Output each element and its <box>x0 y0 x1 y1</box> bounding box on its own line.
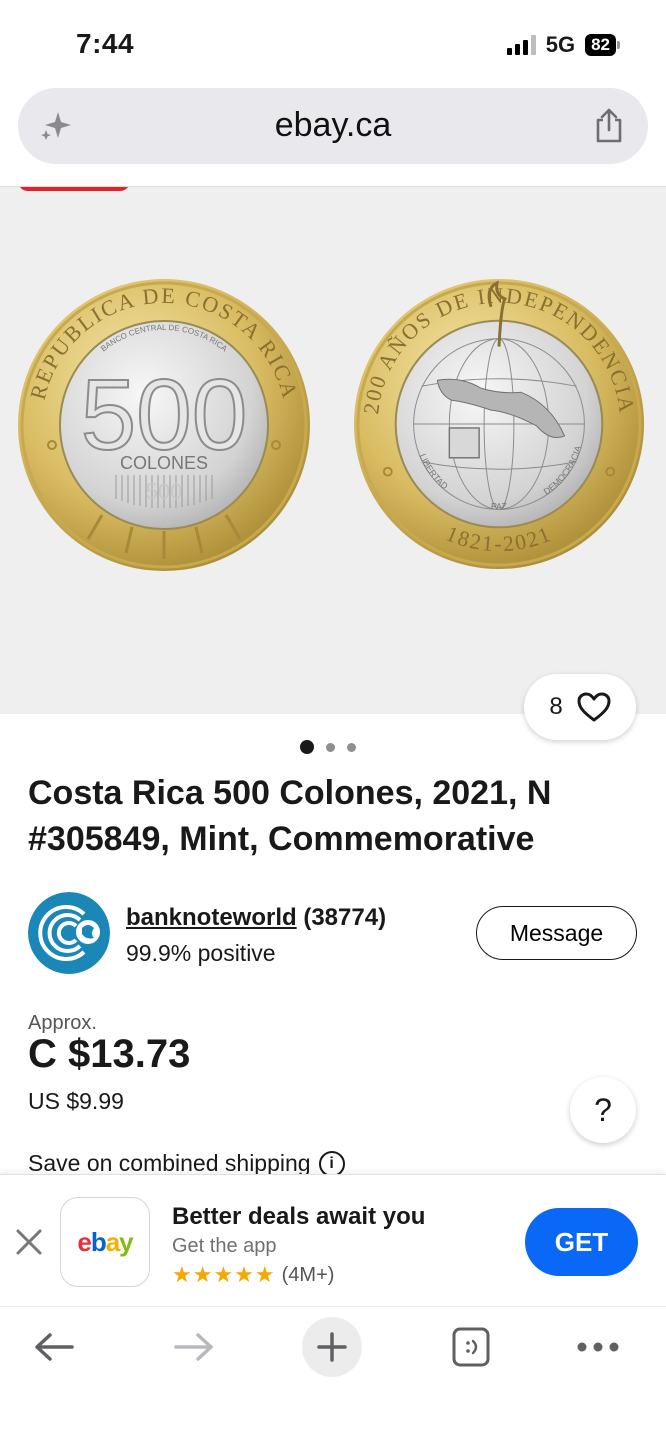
close-icon[interactable] <box>14 1227 44 1257</box>
coin-obverse-unit: COLONES <box>120 453 208 473</box>
forward-button[interactable] <box>164 1317 224 1377</box>
battery-icon: 82 <box>585 34 620 56</box>
seller-feedback-count: (38774) <box>303 904 387 931</box>
pagination-dot[interactable] <box>326 742 335 752</box>
seller-positive: 99.9% positive <box>126 940 276 966</box>
image-gallery[interactable]: REPUBLICA DE COSTA RICA BANCO CENTRAL DE… <box>0 187 666 714</box>
coin-reverse-image: 200 AÑOS DE INDEPENDENCIA 1821-2021 LIBE… <box>353 278 645 570</box>
red-tab <box>18 187 130 191</box>
network-type: 5G <box>545 32 576 57</box>
coin-reverse-motto-center: PAZ <box>491 501 508 511</box>
help-button[interactable]: ? <box>570 1077 636 1143</box>
get-app-button[interactable]: GET <box>525 1208 638 1276</box>
price-local: C $13.73 <box>28 1032 191 1076</box>
battery-level: 82 <box>585 34 616 56</box>
tabs-button[interactable] <box>441 1317 501 1377</box>
banner-subtitle: Get the app <box>172 1235 277 1257</box>
combined-shipping[interactable]: Save on combined shipping i <box>28 1150 345 1177</box>
browser-toolbar <box>0 1306 666 1440</box>
seller-name[interactable]: banknoteworld (38774) <box>126 904 386 932</box>
info-icon[interactable]: i <box>318 1150 345 1177</box>
more-button[interactable] <box>568 1317 628 1377</box>
watch-count: 8 <box>549 693 563 720</box>
status-time: 7:44 <box>76 28 135 59</box>
status-icons: 5G 82 <box>506 32 620 58</box>
pagination-dot[interactable] <box>300 740 314 754</box>
share-icon[interactable] <box>592 108 626 144</box>
banner-rating: ★★★★★ (4M+) <box>172 1262 334 1288</box>
app-install-banner: ebay Better deals await you Get the app … <box>0 1174 666 1306</box>
listing-title: Costa Rica 500 Colones, 2021, N #305849,… <box>28 774 552 858</box>
message-button[interactable]: Message <box>476 906 637 960</box>
new-tab-button[interactable] <box>302 1317 362 1377</box>
watch-button[interactable]: 8 <box>524 674 636 740</box>
signal-icon <box>506 35 536 55</box>
ebay-app-icon[interactable]: ebay <box>60 1197 150 1287</box>
price-usd: US $9.99 <box>28 1088 124 1114</box>
plus-icon[interactable] <box>316 1331 348 1363</box>
rating-count: (4M+) <box>281 1263 335 1286</box>
gallery-pagination[interactable] <box>300 740 356 754</box>
url-text[interactable]: ebay.ca <box>18 106 648 145</box>
more-icon[interactable] <box>576 1341 620 1353</box>
shipping-note: Save on combined shipping <box>28 1150 311 1176</box>
address-bar[interactable]: ebay.ca <box>18 88 648 164</box>
forward-arrow-icon[interactable] <box>172 1331 216 1363</box>
seller-username[interactable]: banknoteworld <box>126 904 297 931</box>
star-rating-icon: ★★★★★ <box>172 1262 276 1287</box>
svg-text:PAZ: PAZ <box>491 501 508 511</box>
status-bar: 7:44 5G 82 <box>0 0 666 88</box>
back-button[interactable] <box>24 1317 84 1377</box>
heart-icon <box>577 692 611 722</box>
coin-obverse-latent: 500 <box>146 479 183 504</box>
tabs-icon[interactable] <box>451 1326 491 1368</box>
coin-obverse-image: REPUBLICA DE COSTA RICA BANCO CENTRAL DE… <box>18 279 310 571</box>
back-arrow-icon[interactable] <box>32 1331 76 1363</box>
pagination-dot[interactable] <box>347 742 356 752</box>
banner-title: Better deals await you <box>172 1203 426 1230</box>
seller-logo[interactable] <box>28 892 110 974</box>
